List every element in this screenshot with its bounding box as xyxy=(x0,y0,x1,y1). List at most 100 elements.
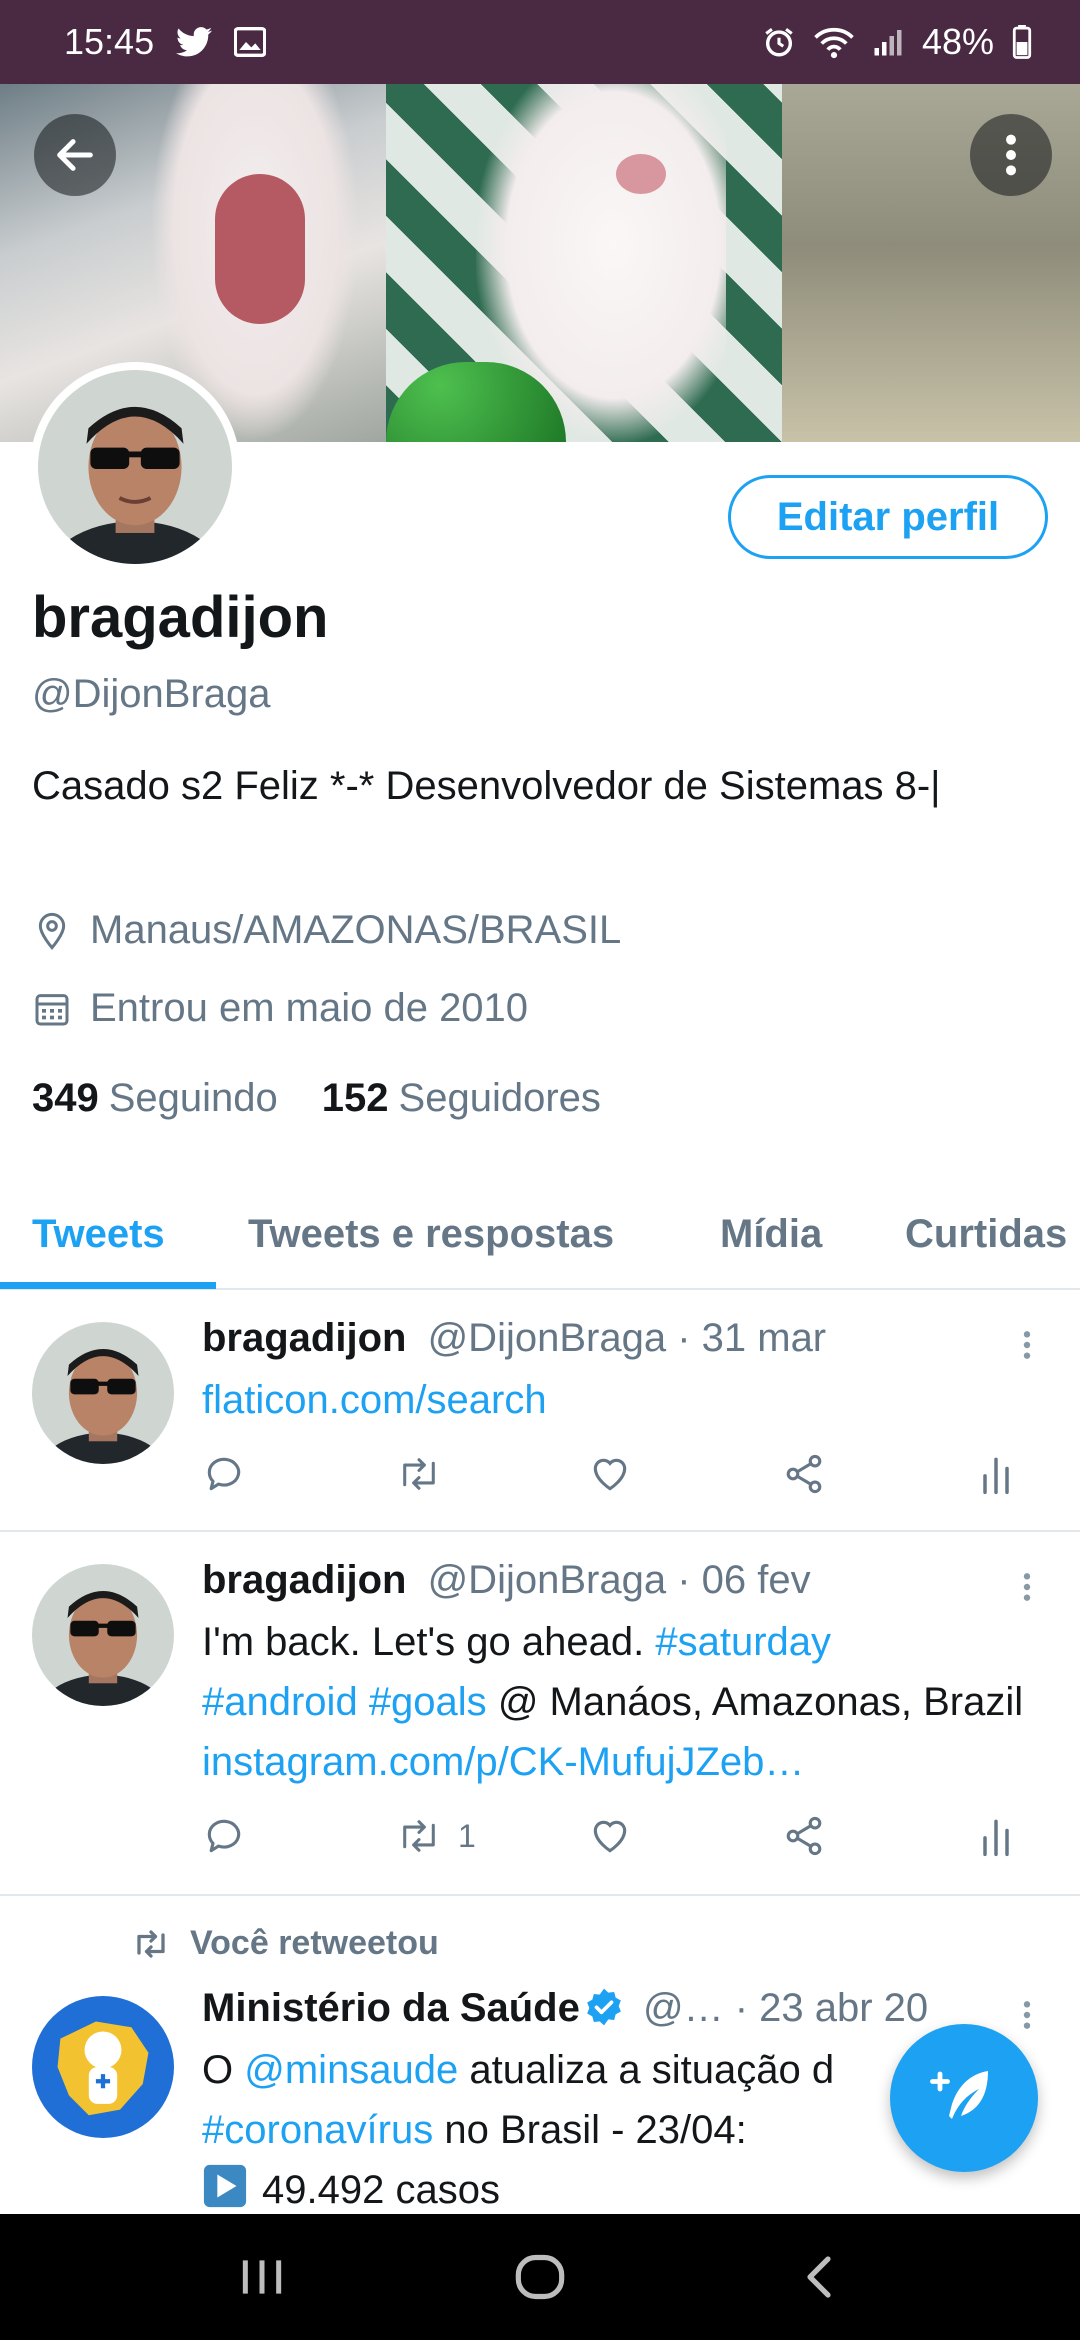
battery-percent: 48% xyxy=(921,21,994,62)
compose-tweet-button[interactable] xyxy=(890,2024,1038,2172)
retweet-button[interactable]: 1 xyxy=(394,1814,476,1858)
tweet-author-handle: @DijonBraga xyxy=(427,1558,667,1602)
tab-tweets[interactable]: Tweets xyxy=(32,1212,165,1257)
reply-button[interactable] xyxy=(202,1452,246,1496)
hashtag-link[interactable]: #android xyxy=(202,1680,358,1724)
chevron-left-icon xyxy=(800,2252,840,2302)
analytics-button[interactable] xyxy=(976,1814,1016,1858)
retweeted-indicator: Você retweetou xyxy=(130,1924,439,1963)
battery-icon xyxy=(1012,25,1032,59)
tab-tweets-replies[interactable]: Tweets e respostas xyxy=(248,1212,614,1257)
like-button[interactable] xyxy=(588,1452,632,1496)
tab-likes[interactable]: Curtidas xyxy=(905,1212,1067,1257)
followers-link[interactable]: 152 Seguidores xyxy=(322,1076,601,1121)
recent-apps-icon xyxy=(237,2254,287,2300)
more-vertical-icon xyxy=(1023,1328,1031,1362)
analytics-button[interactable] xyxy=(976,1452,1016,1496)
retweet-icon xyxy=(394,1452,444,1496)
tweet[interactable]: bragadijon @DijonBraga · 31 mar flaticon… xyxy=(0,1290,1080,1532)
tweet-author-name[interactable]: bragadijon xyxy=(202,1558,406,1602)
profile-display-name: bragadijon xyxy=(32,585,329,650)
tweet-author-name[interactable]: bragadijon xyxy=(202,1316,406,1360)
tweet-text: @ Manáos, Amazonas, Brazil xyxy=(497,1680,1024,1724)
tweet-author-handle: @… xyxy=(642,1986,724,2030)
tweet[interactable]: bragadijon @DijonBraga · 06 fev I'm back… xyxy=(0,1532,1080,1896)
more-vertical-icon xyxy=(1023,1998,1031,2032)
retweet-icon xyxy=(394,1814,444,1858)
tweet-more-button[interactable] xyxy=(1012,1320,1042,1370)
alarm-icon xyxy=(762,25,796,59)
tweet-text: 49.492 casos xyxy=(262,2168,500,2212)
profile-bio: Casado s2 Feliz *-* Desenvolvedor de Sis… xyxy=(32,764,941,808)
joined-text: Entrou em maio de 2010 xyxy=(90,986,529,1030)
verified-badge-icon xyxy=(584,1987,624,2027)
retweeted-label: Você retweetou xyxy=(190,1924,439,1962)
following-count: 349 xyxy=(32,1076,99,1120)
reply-button[interactable] xyxy=(202,1814,246,1858)
mention-link[interactable]: @minsaude xyxy=(244,2048,458,2092)
tab-media[interactable]: Mídia xyxy=(720,1212,822,1257)
location-text: Manaus/AMAZONAS/BRASIL xyxy=(90,908,622,952)
tweet-author-handle: @DijonBraga xyxy=(427,1316,667,1360)
share-icon xyxy=(782,1452,826,1496)
reply-icon xyxy=(202,1814,246,1858)
tweet-header: bragadijon @DijonBraga · 06 fev xyxy=(202,1558,811,1603)
share-button[interactable] xyxy=(782,1814,826,1858)
analytics-icon xyxy=(976,1452,1016,1496)
retweet-icon xyxy=(130,1926,172,1962)
avatar[interactable] xyxy=(32,1564,174,1706)
like-button[interactable] xyxy=(588,1814,632,1858)
tweet-body: I'm back. Let's go ahead. #saturday #and… xyxy=(202,1612,1052,1792)
back-nav-button[interactable] xyxy=(760,2214,880,2340)
play-button-icon xyxy=(202,2163,248,2209)
tweet-link[interactable]: flaticon.com/search xyxy=(202,1378,547,1422)
more-vertical-icon xyxy=(1005,132,1017,178)
following-label: Seguindo xyxy=(108,1076,278,1120)
tweet-date: · 23 abr 20 xyxy=(734,1986,929,2030)
tweet-header: bragadijon @DijonBraga · 31 mar xyxy=(202,1316,826,1361)
tweet-actions: 1 xyxy=(202,1814,1042,1874)
share-button[interactable] xyxy=(782,1452,826,1496)
twitter-icon xyxy=(176,27,213,57)
follow-stats: 349 Seguindo 152 Seguidores xyxy=(32,1076,601,1121)
tweet-author-name[interactable]: Ministério da Saúde xyxy=(202,1986,580,2030)
followers-count: 152 xyxy=(321,1076,389,1120)
heart-icon xyxy=(588,1452,632,1496)
profile-handle: @DijonBraga xyxy=(32,672,271,716)
avatar[interactable] xyxy=(32,1996,174,2138)
tweet-body: flaticon.com/search xyxy=(202,1370,1052,1430)
tweet-link[interactable]: instagram.com/p/CK-MufujJZeb… xyxy=(202,1740,804,1784)
edit-profile-button[interactable]: Editar perfil xyxy=(728,475,1048,559)
tweet-text: no Brasil - 23/04: xyxy=(444,2108,747,2152)
recent-apps-button[interactable] xyxy=(202,2214,322,2340)
hashtag-link[interactable]: #coronavírus xyxy=(202,2108,433,2152)
analytics-icon xyxy=(976,1814,1016,1858)
following-link[interactable]: 349 Seguindo xyxy=(32,1076,278,1121)
more-vertical-icon xyxy=(1023,1570,1031,1604)
back-button[interactable] xyxy=(34,114,116,196)
tweet-more-button[interactable] xyxy=(1012,1562,1042,1612)
tweet-text: O xyxy=(202,2048,234,2092)
tweet-more-button[interactable] xyxy=(1012,1990,1042,2040)
image-icon xyxy=(234,27,267,57)
avatar[interactable] xyxy=(32,1322,174,1464)
profile-avatar[interactable] xyxy=(30,362,240,572)
tweet-text: I'm back. Let's go ahead. xyxy=(202,1620,645,1664)
location-pin-icon xyxy=(32,911,72,951)
home-button[interactable] xyxy=(480,2214,600,2340)
more-options-button[interactable] xyxy=(970,114,1052,196)
profile-location: Manaus/AMAZONAS/BRASIL xyxy=(32,908,621,953)
hashtag-link[interactable]: #saturday xyxy=(655,1620,831,1664)
system-navigation-bar xyxy=(0,2214,1080,2340)
wifi-icon xyxy=(814,25,854,59)
followers-label: Seguidores xyxy=(398,1076,601,1120)
tweet-header: Ministério da Saúde @… · 23 abr 20 xyxy=(202,1986,928,2031)
share-icon xyxy=(782,1814,826,1858)
profile-joined: Entrou em maio de 2010 xyxy=(32,986,528,1031)
banner-photo-2 xyxy=(386,84,782,442)
retweet-button[interactable] xyxy=(394,1452,444,1496)
calendar-icon xyxy=(32,989,72,1029)
compose-feather-icon xyxy=(928,2062,1000,2134)
hashtag-link[interactable]: #goals xyxy=(369,1680,487,1724)
tweet-date: · 06 fev xyxy=(677,1558,811,1602)
